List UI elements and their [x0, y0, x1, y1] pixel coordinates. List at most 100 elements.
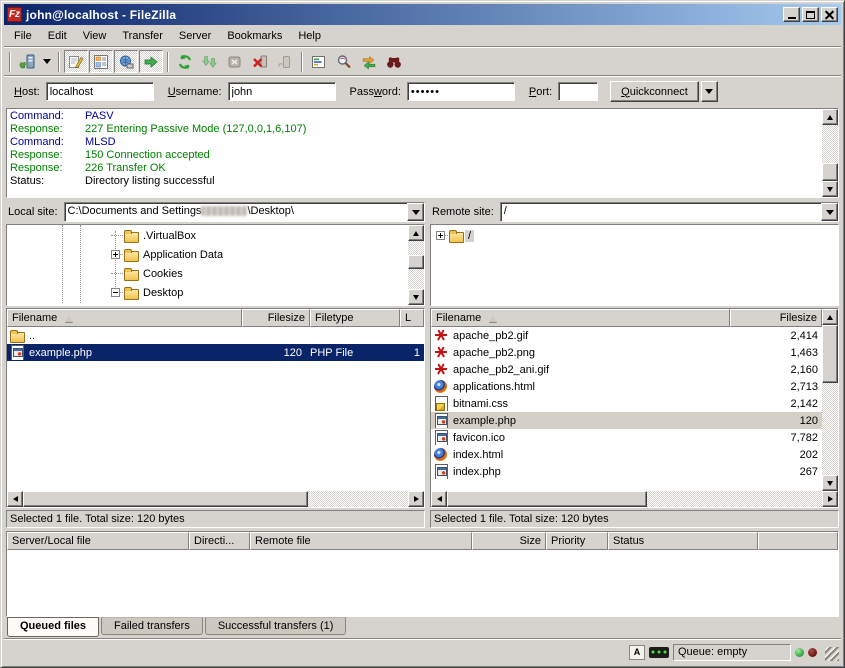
scroll-track[interactable]: [408, 269, 424, 289]
toggle-remote-tree-button[interactable]: [114, 50, 138, 73]
column-header-status[interactable]: Status: [608, 532, 758, 550]
scroll-track[interactable]: [647, 491, 822, 507]
file-row-example-php[interactable]: example.php120: [431, 412, 822, 429]
minimize-button[interactable]: [783, 7, 800, 22]
directory-comparison-button[interactable]: [332, 50, 356, 73]
local-site-dropdown-button[interactable]: [407, 203, 424, 221]
file-row[interactable]: index.html202: [431, 446, 822, 463]
remote-list-scrollbar[interactable]: [822, 309, 838, 491]
column-header-server-local-file[interactable]: Server/Local file: [7, 532, 189, 550]
file-row[interactable]: applications.html2,713: [431, 378, 822, 395]
maximize-button[interactable]: [802, 7, 819, 22]
scroll-track[interactable]: [822, 125, 838, 163]
scroll-thumb[interactable]: [822, 325, 838, 383]
remote-site-dropdown-button[interactable]: [821, 203, 838, 221]
file-row[interactable]: bitnami.css2,142: [431, 395, 822, 412]
arrow-right-icon: [414, 496, 419, 502]
tree-item-application-data[interactable]: Application Data: [7, 245, 408, 264]
scroll-down-button[interactable]: [408, 289, 424, 305]
file-row[interactable]: apache_pb2.png1,463: [431, 344, 822, 361]
quickconnect-button[interactable]: Quickconnect: [610, 81, 699, 102]
port-input[interactable]: [558, 82, 598, 101]
close-button[interactable]: [821, 7, 838, 22]
file-size: 120: [730, 415, 822, 427]
column-header-filename[interactable]: Filename: [431, 309, 730, 327]
resize-grip[interactable]: [825, 647, 839, 661]
tree-item-desktop[interactable]: Desktop: [7, 283, 408, 302]
collapse-icon[interactable]: [111, 288, 120, 297]
scroll-left-button[interactable]: [431, 491, 447, 507]
column-header-direction[interactable]: Directi...: [189, 532, 250, 550]
column-header-filename[interactable]: Filename: [7, 309, 242, 327]
scroll-thumb[interactable]: [23, 491, 308, 507]
find-files-button[interactable]: [382, 50, 406, 73]
file-row-parent-dir[interactable]: ..: [7, 327, 424, 344]
column-header-size[interactable]: Size: [472, 532, 546, 550]
scroll-up-button[interactable]: [822, 309, 838, 325]
tree-item-root[interactable]: /: [431, 226, 838, 245]
tree-item-cookies[interactable]: Cookies: [7, 264, 408, 283]
column-header-lastmodified[interactable]: L: [400, 309, 424, 327]
scroll-down-button[interactable]: [822, 475, 838, 491]
scroll-up-button[interactable]: [408, 225, 424, 241]
toggle-local-tree-button[interactable]: [89, 50, 113, 73]
menu-view[interactable]: View: [75, 28, 115, 44]
reconnect-button[interactable]: [273, 50, 297, 73]
remote-site-combobox[interactable]: /: [500, 202, 839, 222]
scroll-track[interactable]: [822, 383, 838, 475]
tab-queued-files[interactable]: Queued files: [7, 617, 99, 637]
tab-successful-transfers[interactable]: Successful transfers (1): [205, 617, 347, 635]
menu-bookmarks[interactable]: Bookmarks: [219, 28, 290, 44]
scroll-thumb[interactable]: [408, 255, 424, 269]
password-input[interactable]: [407, 82, 515, 101]
column-header-priority[interactable]: Priority: [546, 532, 608, 550]
process-queue-button[interactable]: [198, 50, 222, 73]
menu-help[interactable]: Help: [290, 28, 329, 44]
column-header-filesize[interactable]: Filesize: [730, 309, 822, 327]
tree-item-virtualbox[interactable]: .VirtualBox: [7, 226, 408, 245]
directory-listing-filters-button[interactable]: [307, 50, 331, 73]
local-tree-scrollbar[interactable]: [408, 225, 424, 305]
site-manager-dropdown-button[interactable]: [40, 50, 54, 73]
column-header-filetype[interactable]: Filetype: [310, 309, 400, 327]
arrow-down-icon: [827, 481, 833, 486]
toggle-transfer-queue-button[interactable]: [139, 50, 163, 73]
scroll-up-button[interactable]: [822, 109, 838, 125]
menu-file[interactable]: File: [6, 28, 40, 44]
menu-server[interactable]: Server: [171, 28, 219, 44]
host-input[interactable]: [46, 82, 154, 101]
file-row[interactable]: index.php267: [431, 463, 822, 480]
scroll-right-button[interactable]: [822, 491, 838, 507]
scroll-left-button[interactable]: [7, 491, 23, 507]
scroll-right-button[interactable]: [408, 491, 424, 507]
file-row[interactable]: apache_pb2_ani.gif2,160: [431, 361, 822, 378]
window-title: john@localhost - FileZilla: [26, 8, 779, 22]
column-header-filesize[interactable]: Filesize: [242, 309, 310, 327]
toggle-message-log-button[interactable]: [64, 50, 88, 73]
scroll-down-button[interactable]: [822, 181, 838, 197]
scroll-thumb[interactable]: [447, 491, 647, 507]
scroll-thumb[interactable]: [822, 163, 838, 181]
synchronized-browsing-button[interactable]: [357, 50, 381, 73]
menu-transfer[interactable]: Transfer: [114, 28, 171, 44]
disconnect-button[interactable]: [248, 50, 272, 73]
site-manager-button[interactable]: [15, 50, 39, 73]
menu-edit[interactable]: Edit: [40, 28, 75, 44]
expand-icon[interactable]: [111, 250, 120, 259]
cancel-operation-button[interactable]: [223, 50, 247, 73]
column-header-remote-file[interactable]: Remote file: [250, 532, 472, 550]
scroll-track[interactable]: [308, 491, 408, 507]
scroll-track[interactable]: [408, 241, 424, 255]
local-list-hscrollbar[interactable]: [7, 491, 424, 507]
file-row[interactable]: apache_pb2.gif2,414: [431, 327, 822, 344]
remote-list-hscrollbar[interactable]: [431, 491, 838, 507]
file-row-example-php[interactable]: example.php 120 PHP File 1: [7, 344, 424, 361]
local-site-combobox[interactable]: C:\Documents and Settings\Desktop\: [64, 202, 425, 222]
quickconnect-dropdown-button[interactable]: [701, 81, 718, 102]
file-row[interactable]: favicon.ico7,782: [431, 429, 822, 446]
username-input[interactable]: [228, 82, 336, 101]
refresh-button[interactable]: [173, 50, 197, 73]
tab-failed-transfers[interactable]: Failed transfers: [101, 617, 203, 635]
log-scrollbar[interactable]: [822, 109, 838, 197]
expand-icon[interactable]: [436, 231, 445, 240]
